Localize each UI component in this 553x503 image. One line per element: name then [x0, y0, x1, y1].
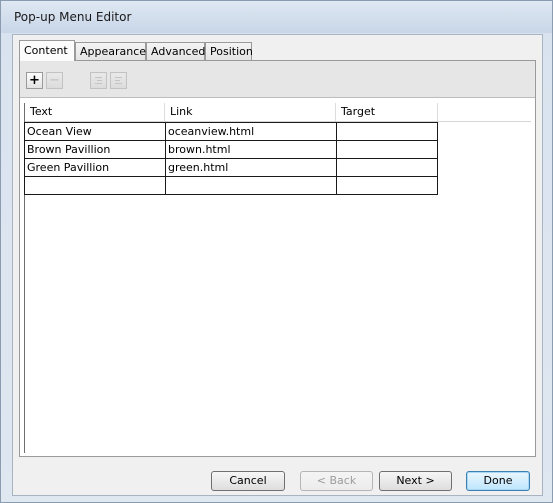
- item-toolbar: + −: [20, 61, 535, 98]
- dialog-client-area: Content Appearance Advanced Position + −: [12, 34, 543, 496]
- remove-item-icon: −: [49, 73, 60, 88]
- cell-target[interactable]: [336, 176, 438, 195]
- dialog-window: Pop-up Menu Editor Content Appearance Ad…: [0, 0, 553, 503]
- cell-link[interactable]: [165, 176, 337, 195]
- cell-target[interactable]: [336, 140, 438, 159]
- cell-target[interactable]: [336, 158, 438, 177]
- remove-item-button[interactable]: −: [46, 72, 63, 89]
- tab-appearance[interactable]: Appearance: [75, 42, 146, 60]
- cell-link[interactable]: brown.html: [165, 140, 337, 159]
- tab-advanced[interactable]: Advanced: [146, 42, 205, 60]
- dialog-button-bar: Cancel < Back Next > Done: [13, 461, 542, 495]
- cell-link[interactable]: green.html: [165, 158, 337, 177]
- add-item-button[interactable]: +: [26, 72, 43, 89]
- indent-icon: [115, 77, 122, 84]
- next-button[interactable]: Next >: [379, 471, 452, 491]
- cell-target[interactable]: [336, 122, 438, 141]
- table-header: Text Link Target: [25, 103, 531, 122]
- indent-item-button[interactable]: [110, 72, 127, 89]
- column-header-target[interactable]: Target: [336, 103, 438, 121]
- title-bar[interactable]: Pop-up Menu Editor: [1, 1, 552, 33]
- done-button[interactable]: Done: [466, 471, 530, 491]
- cancel-button[interactable]: Cancel: [211, 471, 285, 491]
- add-item-icon: +: [29, 73, 40, 88]
- cell-text[interactable]: Ocean View: [24, 122, 166, 141]
- cell-link[interactable]: oceanview.html: [165, 122, 337, 141]
- tab-position[interactable]: Position: [205, 42, 253, 60]
- column-header-link[interactable]: Link: [165, 103, 336, 121]
- menu-items-table: Text Link Target Ocean View oceanview.ht…: [24, 103, 531, 453]
- back-button[interactable]: < Back: [300, 471, 373, 491]
- column-header-text[interactable]: Text: [25, 103, 165, 121]
- cell-text[interactable]: Brown Pavillion: [24, 140, 166, 159]
- tab-content[interactable]: Content: [19, 40, 75, 61]
- cell-text[interactable]: Green Pavillion: [24, 158, 166, 177]
- outdent-item-button[interactable]: [90, 72, 107, 89]
- content-tab-panel: + − Text Link Target Ocean View oceanvie…: [19, 60, 536, 457]
- cell-text[interactable]: [24, 176, 166, 195]
- window-title: Pop-up Menu Editor: [14, 10, 132, 24]
- outdent-icon: [95, 77, 102, 84]
